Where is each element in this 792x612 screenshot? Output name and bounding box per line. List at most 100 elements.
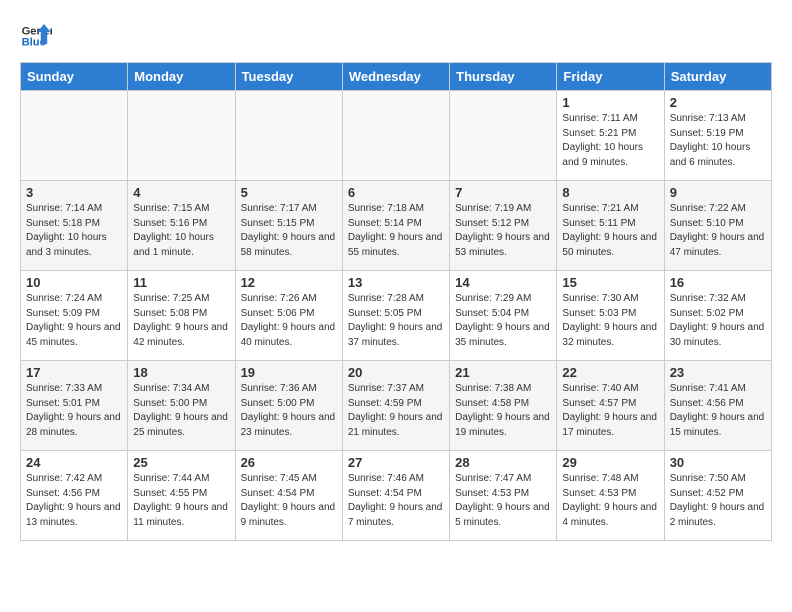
day-number: 23 xyxy=(670,365,766,380)
calendar-day-cell: 24 Sunrise: 7:42 AM Sunset: 4:56 PM Dayli… xyxy=(21,451,128,541)
calendar-day-cell: 17 Sunrise: 7:33 AM Sunset: 5:01 PM Dayli… xyxy=(21,361,128,451)
day-info: Sunrise: 7:34 AM Sunset: 5:00 PM Dayligh… xyxy=(133,382,229,440)
day-info: Sunrise: 7:40 AM Sunset: 4:57 PM Dayligh… xyxy=(562,382,658,440)
calendar-day-cell xyxy=(128,91,235,181)
day-number: 7 xyxy=(455,185,551,200)
calendar-day-cell: 7 Sunrise: 7:19 AM Sunset: 5:12 PM Daylig… xyxy=(450,181,557,271)
day-number: 16 xyxy=(670,275,766,290)
day-number: 19 xyxy=(241,365,337,380)
day-info: Sunrise: 7:21 AM Sunset: 5:11 PM Dayligh… xyxy=(562,202,658,260)
day-number: 14 xyxy=(455,275,551,290)
calendar-header-sunday: Sunday xyxy=(21,63,128,91)
day-info: Sunrise: 7:41 AM Sunset: 4:56 PM Dayligh… xyxy=(670,382,766,440)
calendar-week-row: 10Sunrise: 7:24 AM Sunset: 5:09 PM Dayli… xyxy=(21,271,772,361)
calendar-day-cell: 28 Sunrise: 7:47 AM Sunset: 4:53 PM Dayli… xyxy=(450,451,557,541)
calendar-day-cell: 2 Sunrise: 7:13 AM Sunset: 5:19 PM Daylig… xyxy=(664,91,771,181)
calendar-day-cell: 27 Sunrise: 7:46 AM Sunset: 4:54 PM Dayli… xyxy=(342,451,449,541)
calendar-week-row: 24 Sunrise: 7:42 AM Sunset: 4:56 PM Dayli… xyxy=(21,451,772,541)
day-info: Sunrise: 7:13 AM Sunset: 5:19 PM Dayligh… xyxy=(670,112,766,170)
calendar-day-cell xyxy=(21,91,128,181)
day-info: Sunrise: 7:36 AM Sunset: 5:00 PM Dayligh… xyxy=(241,382,337,440)
day-info: Sunrise: 7:50 AM Sunset: 4:52 PM Dayligh… xyxy=(670,472,766,530)
calendar-day-cell: 22Sunrise: 7:40 AM Sunset: 4:57 PM Dayli… xyxy=(557,361,664,451)
day-number: 10 xyxy=(26,275,122,290)
day-info: Sunrise: 7:26 AM Sunset: 5:06 PM Dayligh… xyxy=(241,292,337,350)
calendar-day-cell: 23 Sunrise: 7:41 AM Sunset: 4:56 PM Dayli… xyxy=(664,361,771,451)
day-number: 9 xyxy=(670,185,766,200)
day-number: 25 xyxy=(133,455,229,470)
calendar-day-cell: 3 Sunrise: 7:14 AM Sunset: 5:18 PM Daylig… xyxy=(21,181,128,271)
day-info: Sunrise: 7:11 AM Sunset: 5:21 PM Dayligh… xyxy=(562,112,658,170)
calendar-week-row: 3 Sunrise: 7:14 AM Sunset: 5:18 PM Daylig… xyxy=(21,181,772,271)
calendar-day-cell: 14 Sunrise: 7:29 AM Sunset: 5:04 PM Dayli… xyxy=(450,271,557,361)
calendar-day-cell: 16 Sunrise: 7:32 AM Sunset: 5:02 PM Dayli… xyxy=(664,271,771,361)
day-info: Sunrise: 7:46 AM Sunset: 4:54 PM Dayligh… xyxy=(348,472,444,530)
day-number: 1 xyxy=(562,95,658,110)
day-number: 30 xyxy=(670,455,766,470)
day-number: 20 xyxy=(348,365,444,380)
day-info: Sunrise: 7:45 AM Sunset: 4:54 PM Dayligh… xyxy=(241,472,337,530)
day-info: Sunrise: 7:29 AM Sunset: 5:04 PM Dayligh… xyxy=(455,292,551,350)
calendar-header-thursday: Thursday xyxy=(450,63,557,91)
calendar-header-monday: Monday xyxy=(128,63,235,91)
day-info: Sunrise: 7:17 AM Sunset: 5:15 PM Dayligh… xyxy=(241,202,337,260)
calendar-day-cell: 26 Sunrise: 7:45 AM Sunset: 4:54 PM Dayli… xyxy=(235,451,342,541)
calendar-day-cell: 8 Sunrise: 7:21 AM Sunset: 5:11 PM Daylig… xyxy=(557,181,664,271)
day-number: 8 xyxy=(562,185,658,200)
day-info: Sunrise: 7:47 AM Sunset: 4:53 PM Dayligh… xyxy=(455,472,551,530)
calendar-day-cell: 18 Sunrise: 7:34 AM Sunset: 5:00 PM Dayli… xyxy=(128,361,235,451)
calendar-table: SundayMondayTuesdayWednesdayThursdayFrid… xyxy=(20,62,772,541)
day-info: Sunrise: 7:44 AM Sunset: 4:55 PM Dayligh… xyxy=(133,472,229,530)
calendar-week-row: 1 Sunrise: 7:11 AM Sunset: 5:21 PM Daylig… xyxy=(21,91,772,181)
calendar-header-tuesday: Tuesday xyxy=(235,63,342,91)
calendar-header-row: SundayMondayTuesdayWednesdayThursdayFrid… xyxy=(21,63,772,91)
calendar-header-wednesday: Wednesday xyxy=(342,63,449,91)
day-info: Sunrise: 7:48 AM Sunset: 4:53 PM Dayligh… xyxy=(562,472,658,530)
calendar-day-cell: 10Sunrise: 7:24 AM Sunset: 5:09 PM Dayli… xyxy=(21,271,128,361)
day-info: Sunrise: 7:32 AM Sunset: 5:02 PM Dayligh… xyxy=(670,292,766,350)
day-number: 24 xyxy=(26,455,122,470)
calendar-day-cell: 1 Sunrise: 7:11 AM Sunset: 5:21 PM Daylig… xyxy=(557,91,664,181)
day-info: Sunrise: 7:38 AM Sunset: 4:58 PM Dayligh… xyxy=(455,382,551,440)
calendar-day-cell: 13 Sunrise: 7:28 AM Sunset: 5:05 PM Dayli… xyxy=(342,271,449,361)
day-info: Sunrise: 7:15 AM Sunset: 5:16 PM Dayligh… xyxy=(133,202,229,260)
calendar-day-cell: 12 Sunrise: 7:26 AM Sunset: 5:06 PM Dayli… xyxy=(235,271,342,361)
day-number: 15 xyxy=(562,275,658,290)
day-number: 18 xyxy=(133,365,229,380)
day-info: Sunrise: 7:28 AM Sunset: 5:05 PM Dayligh… xyxy=(348,292,444,350)
day-number: 4 xyxy=(133,185,229,200)
day-number: 11 xyxy=(133,275,229,290)
day-number: 6 xyxy=(348,185,444,200)
day-info: Sunrise: 7:18 AM Sunset: 5:14 PM Dayligh… xyxy=(348,202,444,260)
day-number: 21 xyxy=(455,365,551,380)
calendar-day-cell: 11Sunrise: 7:25 AM Sunset: 5:08 PM Dayli… xyxy=(128,271,235,361)
day-info: Sunrise: 7:19 AM Sunset: 5:12 PM Dayligh… xyxy=(455,202,551,260)
day-info: Sunrise: 7:14 AM Sunset: 5:18 PM Dayligh… xyxy=(26,202,122,260)
day-info: Sunrise: 7:33 AM Sunset: 5:01 PM Dayligh… xyxy=(26,382,122,440)
day-number: 26 xyxy=(241,455,337,470)
calendar-day-cell: 6 Sunrise: 7:18 AM Sunset: 5:14 PM Daylig… xyxy=(342,181,449,271)
day-number: 28 xyxy=(455,455,551,470)
day-number: 29 xyxy=(562,455,658,470)
day-info: Sunrise: 7:22 AM Sunset: 5:10 PM Dayligh… xyxy=(670,202,766,260)
logo-icon: General Blue xyxy=(20,20,52,52)
calendar-day-cell: 20 Sunrise: 7:37 AM Sunset: 4:59 PM Dayli… xyxy=(342,361,449,451)
calendar-day-cell: 9 Sunrise: 7:22 AM Sunset: 5:10 PM Daylig… xyxy=(664,181,771,271)
calendar-header-saturday: Saturday xyxy=(664,63,771,91)
calendar-day-cell: 15Sunrise: 7:30 AM Sunset: 5:03 PM Dayli… xyxy=(557,271,664,361)
calendar-day-cell: 4 Sunrise: 7:15 AM Sunset: 5:16 PM Daylig… xyxy=(128,181,235,271)
day-number: 2 xyxy=(670,95,766,110)
day-number: 12 xyxy=(241,275,337,290)
calendar-day-cell xyxy=(450,91,557,181)
day-number: 13 xyxy=(348,275,444,290)
page-header: General Blue xyxy=(20,20,772,52)
calendar-day-cell: 29 Sunrise: 7:48 AM Sunset: 4:53 PM Dayli… xyxy=(557,451,664,541)
calendar-header-friday: Friday xyxy=(557,63,664,91)
day-number: 27 xyxy=(348,455,444,470)
calendar-day-cell: 25 Sunrise: 7:44 AM Sunset: 4:55 PM Dayli… xyxy=(128,451,235,541)
day-info: Sunrise: 7:42 AM Sunset: 4:56 PM Dayligh… xyxy=(26,472,122,530)
day-number: 3 xyxy=(26,185,122,200)
day-info: Sunrise: 7:37 AM Sunset: 4:59 PM Dayligh… xyxy=(348,382,444,440)
day-number: 17 xyxy=(26,365,122,380)
calendar-day-cell xyxy=(342,91,449,181)
